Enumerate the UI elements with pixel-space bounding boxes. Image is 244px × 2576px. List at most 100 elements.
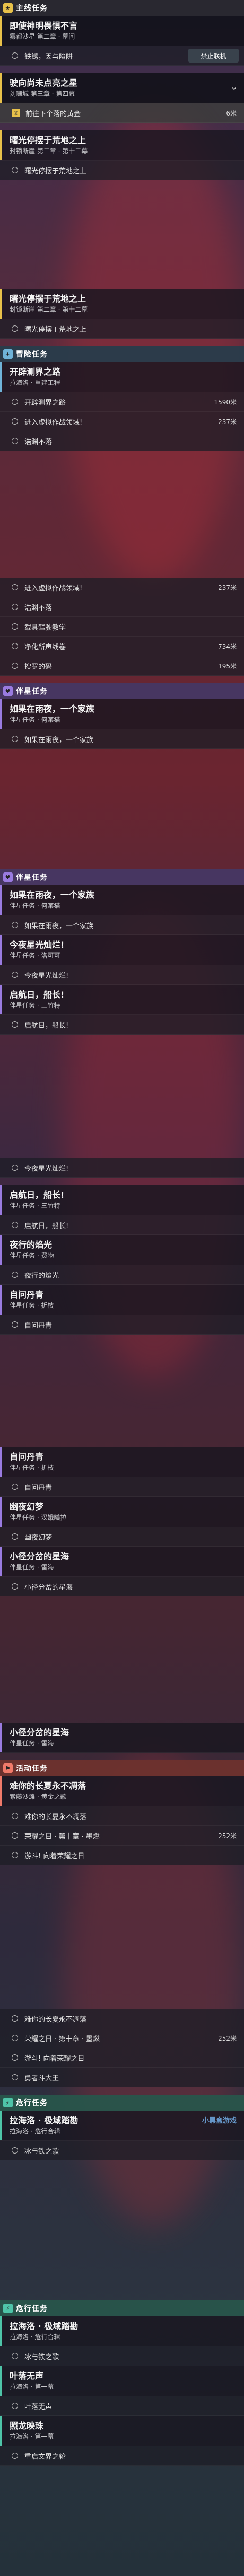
quest-step[interactable]: 自问丹青 bbox=[0, 1315, 244, 1335]
chevron-down-icon[interactable]: ⌄ bbox=[231, 82, 238, 92]
step-label: 自问丹青 bbox=[24, 1484, 53, 1492]
quest-step[interactable]: 幽夜幻梦 bbox=[0, 1527, 244, 1547]
section-header-companion[interactable]: ♥ 伴星任务 bbox=[0, 869, 244, 885]
quest-item[interactable]: 难你的长夏永不凋落 紫藤沙滩 · 黄金之歌 bbox=[0, 1776, 244, 1806]
quest-step[interactable]: 荣耀之日 · 第十章 · 墨燃 252米 bbox=[0, 1826, 244, 1846]
step-circle-icon bbox=[12, 1165, 18, 1171]
quest-step[interactable]: 夜行的焰光 bbox=[0, 1265, 244, 1285]
step-label: 铁锈，因与陷阱 bbox=[24, 52, 73, 61]
quest-item[interactable]: 自问丹青 伴星任务 · 折枝 bbox=[0, 1285, 244, 1315]
quest-step[interactable]: 搜罗的码 195米 bbox=[0, 656, 244, 676]
quest-item[interactable]: 曙光停摆于荒地之上 封锁断崖 第二章 · 第十二幕 bbox=[0, 289, 244, 319]
quest-item[interactable]: 如果在雨夜，一个家族 伴星任务 · 何某猫 bbox=[0, 699, 244, 729]
target-icon: ◎ bbox=[12, 109, 20, 117]
quest-step[interactable]: 启航日，船长! bbox=[0, 1015, 244, 1035]
quest-step[interactable]: 今夜星光灿烂! bbox=[0, 1158, 244, 1178]
quest-item[interactable]: 启航日，船长! 伴星任务 · 三竹特 bbox=[0, 1185, 244, 1215]
section-header-daily[interactable]: ⚡ 危行任务 bbox=[0, 2300, 244, 2316]
quest-title: 难你的长夏永不凋落 bbox=[10, 1781, 86, 1791]
quest-step[interactable]: 进入虚拟作战领域! 237米 bbox=[0, 578, 244, 597]
quest-step[interactable]: 重启文界之轮 bbox=[0, 2446, 244, 2466]
quest-step[interactable]: 自问丹青 bbox=[0, 1477, 244, 1497]
quest-step[interactable]: 进入虚拟作战领域! 237米 bbox=[0, 412, 244, 431]
quest-subtitle: 伴星任务 · 何某猫 bbox=[10, 716, 60, 724]
step-label: 勇者斗大王 bbox=[24, 2074, 59, 2083]
quest-step[interactable]: 难你的长夏永不凋落 bbox=[0, 2009, 244, 2028]
quest-step[interactable]: 游斗! 向着荣耀之日 bbox=[0, 1846, 244, 1865]
quest-item[interactable]: 如果在雨夜，一个家族 伴星任务 · 何某猫 bbox=[0, 885, 244, 915]
section-header-adventure[interactable]: ✦ 冒险任务 bbox=[0, 346, 244, 362]
quest-step[interactable]: 冰与铁之歌 bbox=[0, 2346, 244, 2366]
quest-step[interactable]: 曙光停摆于荒地之上 bbox=[0, 319, 244, 339]
quest-step[interactable]: 如果在雨夜，一个家族 bbox=[0, 915, 244, 935]
section-header-companion[interactable]: ♥ 伴星任务 bbox=[0, 683, 244, 699]
quest-subtitle: 拉海洛 · 重建工程 bbox=[10, 379, 60, 386]
step-label: 搜罗的码 bbox=[24, 663, 53, 671]
quest-item[interactable]: 曙光停摆于荒地之上 封锁断崖 第二章 · 第十二幕 bbox=[0, 130, 244, 161]
step-circle-icon bbox=[12, 623, 18, 630]
section-title: 主线任务 bbox=[16, 4, 48, 13]
quest-bar bbox=[0, 985, 2, 1014]
quest-bar bbox=[0, 73, 2, 103]
step-circle-icon bbox=[12, 2074, 18, 2080]
quest-item[interactable]: 驶向尚未点亮之星 刘珊城 第三章 · 第四幕 ⌄ bbox=[0, 73, 244, 103]
quest-item[interactable]: 小径分岔的星海 伴星任务 · 雷海 bbox=[0, 1723, 244, 1753]
quest-step[interactable]: 浩渊不落 bbox=[0, 597, 244, 617]
quest-item[interactable]: 幽夜幻梦 伴星任务 · 汉娥曦拉 bbox=[0, 1497, 244, 1527]
quest-bar bbox=[0, 289, 2, 319]
quest-item[interactable]: 开辟测界之路 拉海洛 · 重建工程 bbox=[0, 362, 244, 392]
bolt-icon: ⚡ bbox=[3, 2304, 13, 2313]
quest-step[interactable]: 游斗! 向着荣耀之日 bbox=[0, 2048, 244, 2068]
step-label: 进入虚拟作战领域! bbox=[24, 584, 83, 593]
quest-item[interactable]: 今夜星光灿烂! 伴星任务 · 洛可可 bbox=[0, 935, 244, 965]
quest-step[interactable]: 开辟测界之路 1590米 bbox=[0, 392, 244, 412]
quest-item[interactable]: 小径分岔的星海 伴星任务 · 雷海 bbox=[0, 1547, 244, 1577]
quest-step[interactable]: 浩渊不落 bbox=[0, 431, 244, 451]
quest-subtitle: 封锁断崖 第二章 · 第十二幕 bbox=[10, 306, 88, 313]
step-label: 幽夜幻梦 bbox=[24, 1533, 53, 1542]
quest-subtitle: 拉海洛 · 危行合辑 bbox=[10, 2333, 60, 2341]
quest-item[interactable]: 叶落无声 拉海洛 · 第一幕 bbox=[0, 2366, 244, 2396]
section-header-event[interactable]: ⚑ 活动任务 bbox=[0, 1760, 244, 1776]
quest-bar bbox=[0, 1547, 2, 1576]
quest-item[interactable]: 自问丹青 伴星任务 · 折枝 bbox=[0, 1447, 244, 1477]
quest-step[interactable]: 难你的长夏永不凋落 bbox=[0, 1806, 244, 1826]
quest-subtitle: 雾都沙星 第二章 · 幕间 bbox=[10, 33, 75, 40]
quest-step[interactable]: 小径分岔的星海 bbox=[0, 1577, 244, 1596]
quest-step[interactable]: 冰与铁之歌 bbox=[0, 2141, 244, 2160]
step-label: 游斗! 向着荣耀之日 bbox=[24, 1852, 85, 1860]
step-circle-icon bbox=[12, 2035, 18, 2041]
quest-step[interactable]: 净化所声线卷 734米 bbox=[0, 637, 244, 656]
quest-step[interactable]: 勇者斗大王 bbox=[0, 2068, 244, 2087]
step-label: 曙光停摆于荒地之上 bbox=[24, 325, 87, 334]
step-label: 小径分岔的星海 bbox=[24, 1583, 73, 1592]
disable-multiplayer-button[interactable]: 禁止联机 bbox=[188, 49, 239, 63]
quest-bar bbox=[0, 1447, 2, 1477]
quest-step[interactable]: 曙光停摆于荒地之上 bbox=[0, 161, 244, 180]
quest-step[interactable]: 叶落无声 bbox=[0, 2396, 244, 2416]
section-header-main[interactable]: ★ 主线任务 bbox=[0, 0, 244, 16]
step-label: 如果在雨夜，一个家族 bbox=[24, 736, 94, 744]
step-circle-icon bbox=[12, 972, 18, 978]
quest-item[interactable]: 即使神明畏惧不言 雾都沙星 第二章 · 幕间 bbox=[0, 16, 244, 46]
quest-subtitle: 伴星任务 · 洛可可 bbox=[10, 952, 60, 959]
quest-step[interactable]: 荣耀之日 · 第十章 · 墨燃 252米 bbox=[0, 2028, 244, 2048]
quest-panel: ⚡ 危行任务 拉海洛 · 极域踏勘 拉海洛 · 危行合辑 冰与铁之歌 叶落无声 … bbox=[0, 2300, 244, 2466]
step-circle-icon bbox=[12, 399, 18, 405]
quest-step[interactable]: 今夜星光灿烂! bbox=[0, 965, 244, 985]
quest-step[interactable]: ◎ 前往下个落的黄金 6米 bbox=[0, 103, 244, 123]
quest-item[interactable]: 启航日，船长! 伴星任务 · 三竹特 bbox=[0, 985, 244, 1015]
quest-item[interactable]: 夜行的焰光 伴星任务 · 费物 bbox=[0, 1235, 244, 1265]
quest-step[interactable]: 载具驾驶教学 bbox=[0, 617, 244, 637]
quest-item[interactable]: 拉海洛 · 极域踏勘 拉海洛 · 危行合辑 bbox=[0, 2316, 244, 2346]
quest-step[interactable]: 铁锈，因与陷阱 禁止联机 bbox=[0, 46, 244, 66]
step-distance: 6米 bbox=[226, 109, 237, 117]
quest-step[interactable]: 如果在雨夜，一个家族 bbox=[0, 729, 244, 749]
quest-subtitle: 伴星任务 · 三竹特 bbox=[10, 1002, 60, 1009]
quest-bar bbox=[0, 362, 2, 392]
quest-step[interactable]: 启航日，船长! bbox=[0, 1215, 244, 1235]
step-label: 净化所声线卷 bbox=[24, 643, 66, 651]
quest-item[interactable]: 照龙映珠 拉海洛 · 第一幕 bbox=[0, 2416, 244, 2446]
quest-panel: 今夜星光灿烂! 启航日，船长! 伴星任务 · 三竹特 启航日，船长! 夜行的焰光… bbox=[0, 1158, 244, 1335]
section-header-daily[interactable]: ⚡ 危行任务 bbox=[0, 2095, 244, 2111]
